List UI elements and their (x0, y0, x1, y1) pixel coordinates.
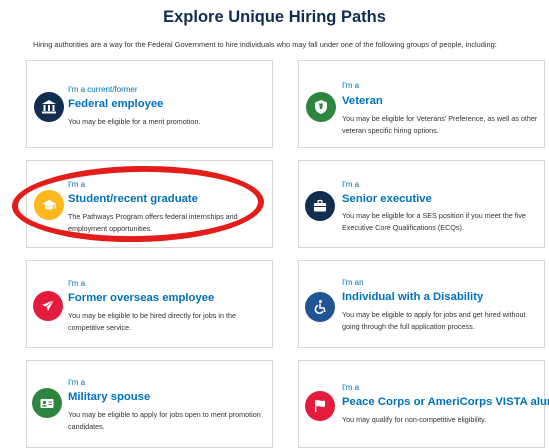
card-title[interactable]: Student/recent graduate (68, 193, 198, 205)
card-prefix: I'm a (342, 383, 360, 392)
card-title[interactable]: Federal employee (68, 98, 163, 110)
card-veteran[interactable]: I'm a Veteran You may be eligible for Ve… (298, 60, 545, 148)
card-description: You may be eligible for a SES position i… (342, 211, 526, 232)
intro-text: Hiring authorities are a way for the Fed… (33, 40, 497, 49)
card-peace-corps-americorps-vista-alumni[interactable]: I'm a Peace Corps or AmeriCorps VISTA al… (298, 360, 549, 448)
card-title[interactable]: Individual with a Disability (342, 291, 483, 303)
page-title: Explore Unique Hiring Paths (163, 8, 386, 26)
airplane-icon (33, 291, 63, 321)
card-title[interactable]: Military spouse (68, 391, 150, 403)
building-icon (34, 92, 64, 122)
wheelchair-icon (305, 292, 335, 322)
card-prefix: I'm an (342, 278, 364, 287)
card-description: You may be eligible for a merit promotio… (68, 117, 201, 126)
card-federal-employee[interactable]: I'm a current/former Federal employee Yo… (26, 60, 273, 148)
card-description: You may qualify for non-competitive elig… (342, 415, 487, 424)
card-prefix: I'm a (342, 81, 360, 90)
card-title[interactable]: Senior executive (342, 193, 432, 205)
card-title[interactable]: Veteran (342, 95, 383, 107)
card-prefix: I'm a (68, 279, 86, 288)
shield-icon (306, 92, 336, 122)
briefcase-icon (305, 191, 335, 221)
military-id-icon (32, 388, 62, 418)
graduation-cap-icon (34, 190, 64, 220)
card-title[interactable]: Peace Corps or AmeriCorps VISTA alumni (342, 396, 549, 408)
card-description: You may be eligible to be hired directly… (68, 311, 236, 332)
card-prefix: I'm a current/former (68, 85, 138, 94)
flag-icon (305, 391, 335, 421)
card-description: You may be eligible for Veterans' Prefer… (342, 114, 538, 135)
card-description: The Pathways Program offers federal inte… (68, 212, 238, 233)
card-former-overseas-employee[interactable]: I'm a Former overseas employee You may b… (26, 260, 273, 348)
card-senior-executive[interactable]: I'm a Senior executive You may be eligib… (298, 160, 545, 248)
card-prefix: I'm a (342, 180, 360, 189)
card-description: You may be eligible to apply for jobs an… (342, 310, 526, 331)
card-title[interactable]: Former overseas employee (68, 292, 214, 304)
card-individual-with-a-disability[interactable]: I'm an Individual with a Disability You … (298, 260, 545, 348)
card-description: You may be eligible to apply for jobs op… (68, 410, 261, 431)
card-prefix: I'm a (68, 378, 86, 387)
card-student-recent-graduate[interactable]: I'm a Student/recent graduate The Pathwa… (26, 160, 273, 248)
card-prefix: I'm a (68, 180, 86, 189)
card-military-spouse[interactable]: I'm a Military spouse You may be eligibl… (26, 360, 273, 448)
